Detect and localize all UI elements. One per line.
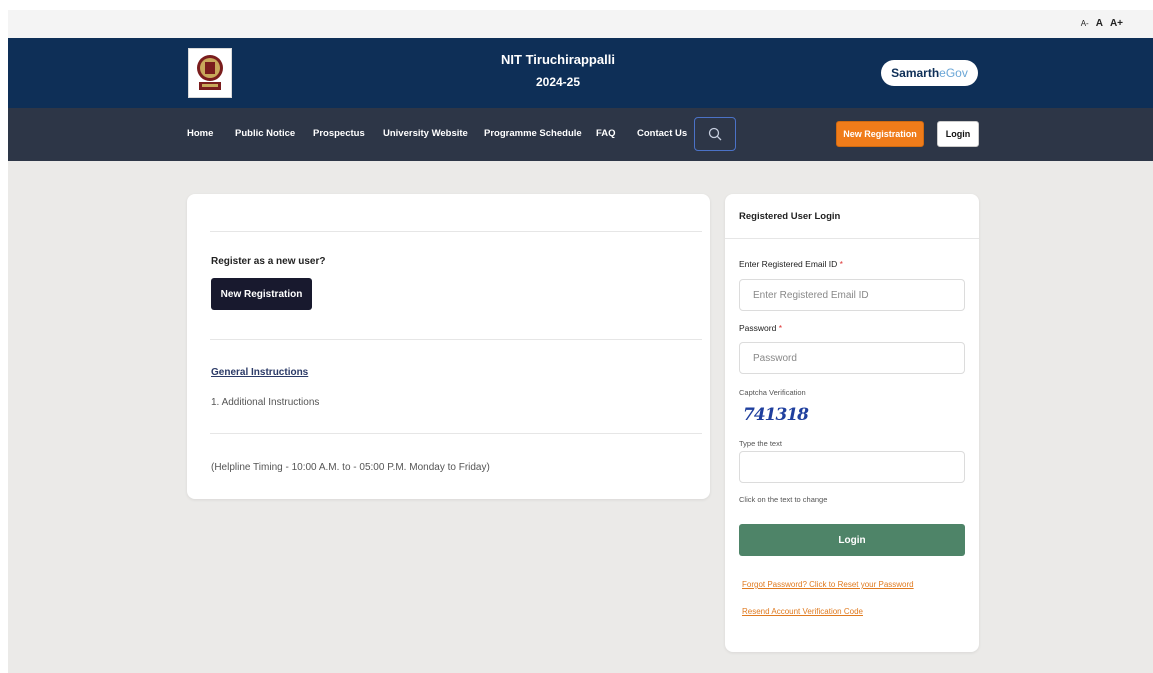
email-label: Enter Registered Email ID * bbox=[739, 259, 843, 269]
divider bbox=[210, 231, 702, 232]
search-button[interactable] bbox=[694, 117, 736, 151]
divider bbox=[210, 339, 702, 340]
captcha-input[interactable] bbox=[739, 451, 965, 483]
resend-verification-link[interactable]: Resend Account Verification Code bbox=[742, 607, 863, 616]
login-card-heading: Registered User Login bbox=[739, 211, 841, 222]
required-marker: * bbox=[839, 259, 843, 269]
captcha-image[interactable]: 741318 bbox=[743, 405, 809, 425]
password-field[interactable] bbox=[739, 342, 965, 374]
brand-suffix: eGov bbox=[939, 66, 968, 80]
site-header: NIT Tiruchirappalli 2024-25 Samarth eGov bbox=[8, 38, 1153, 108]
new-registration-nav-button[interactable]: New Registration bbox=[836, 121, 924, 147]
instruction-item: 1. Additional Instructions bbox=[211, 397, 320, 408]
page: A- A A+ NIT Tiruchirappalli 2024-25 Sama… bbox=[8, 10, 1153, 673]
password-label-text: Password bbox=[739, 323, 777, 333]
email-label-text: Enter Registered Email ID bbox=[739, 259, 838, 269]
nav-contact-us[interactable]: Contact Us bbox=[637, 128, 687, 139]
font-increase-button[interactable]: A+ bbox=[1110, 18, 1123, 29]
captcha-label: Captcha Verification bbox=[739, 388, 806, 397]
login-card: Registered User Login Enter Registered E… bbox=[725, 194, 979, 652]
registration-info-card: Register as a new user? New Registration… bbox=[187, 194, 710, 499]
nav-prospectus[interactable]: Prospectus bbox=[313, 128, 365, 139]
font-decrease-button[interactable]: A- bbox=[1081, 19, 1089, 28]
helpline-timing: (Helpline Timing - 10:00 A.M. to - 05:00… bbox=[211, 462, 490, 473]
required-marker: * bbox=[778, 323, 783, 333]
nav-university-website[interactable]: University Website bbox=[383, 128, 468, 139]
password-label: Password * bbox=[739, 323, 782, 333]
font-size-controls: A- A A+ bbox=[1081, 18, 1123, 29]
login-nav-button[interactable]: Login bbox=[937, 121, 979, 147]
academic-year: 2024-25 bbox=[535, 75, 581, 89]
samarth-egov-logo: Samarth eGov bbox=[881, 60, 978, 86]
divider bbox=[725, 238, 979, 239]
institute-name: NIT Tiruchirappalli bbox=[501, 52, 615, 67]
register-prompt: Register as a new user? bbox=[211, 256, 326, 267]
font-size-bar: A- A A+ bbox=[8, 10, 1153, 38]
nav-faq[interactable]: FAQ bbox=[596, 128, 616, 139]
font-normal-button[interactable]: A bbox=[1096, 18, 1103, 29]
email-field[interactable] bbox=[739, 279, 965, 311]
forgot-password-link[interactable]: Forgot Password? Click to Reset your Pas… bbox=[742, 580, 914, 589]
divider bbox=[210, 433, 702, 434]
main-navbar: Home Public Notice Prospectus University… bbox=[8, 108, 1153, 161]
nav-programme-schedule[interactable]: Programme Schedule bbox=[484, 128, 582, 139]
type-text-label: Type the text bbox=[739, 439, 782, 448]
search-icon bbox=[708, 127, 722, 141]
general-instructions-link[interactable]: General Instructions bbox=[211, 367, 308, 378]
login-button[interactable]: Login bbox=[739, 524, 965, 556]
nav-public-notice[interactable]: Public Notice bbox=[235, 128, 295, 139]
nav-home[interactable]: Home bbox=[187, 128, 213, 139]
institute-emblem-icon[interactable] bbox=[188, 48, 232, 98]
header-title-block: NIT Tiruchirappalli 2024-25 bbox=[458, 52, 658, 89]
captcha-hint: Click on the text to change bbox=[739, 495, 828, 504]
new-registration-button[interactable]: New Registration bbox=[211, 278, 312, 310]
brand-prefix: Samarth bbox=[891, 66, 940, 80]
